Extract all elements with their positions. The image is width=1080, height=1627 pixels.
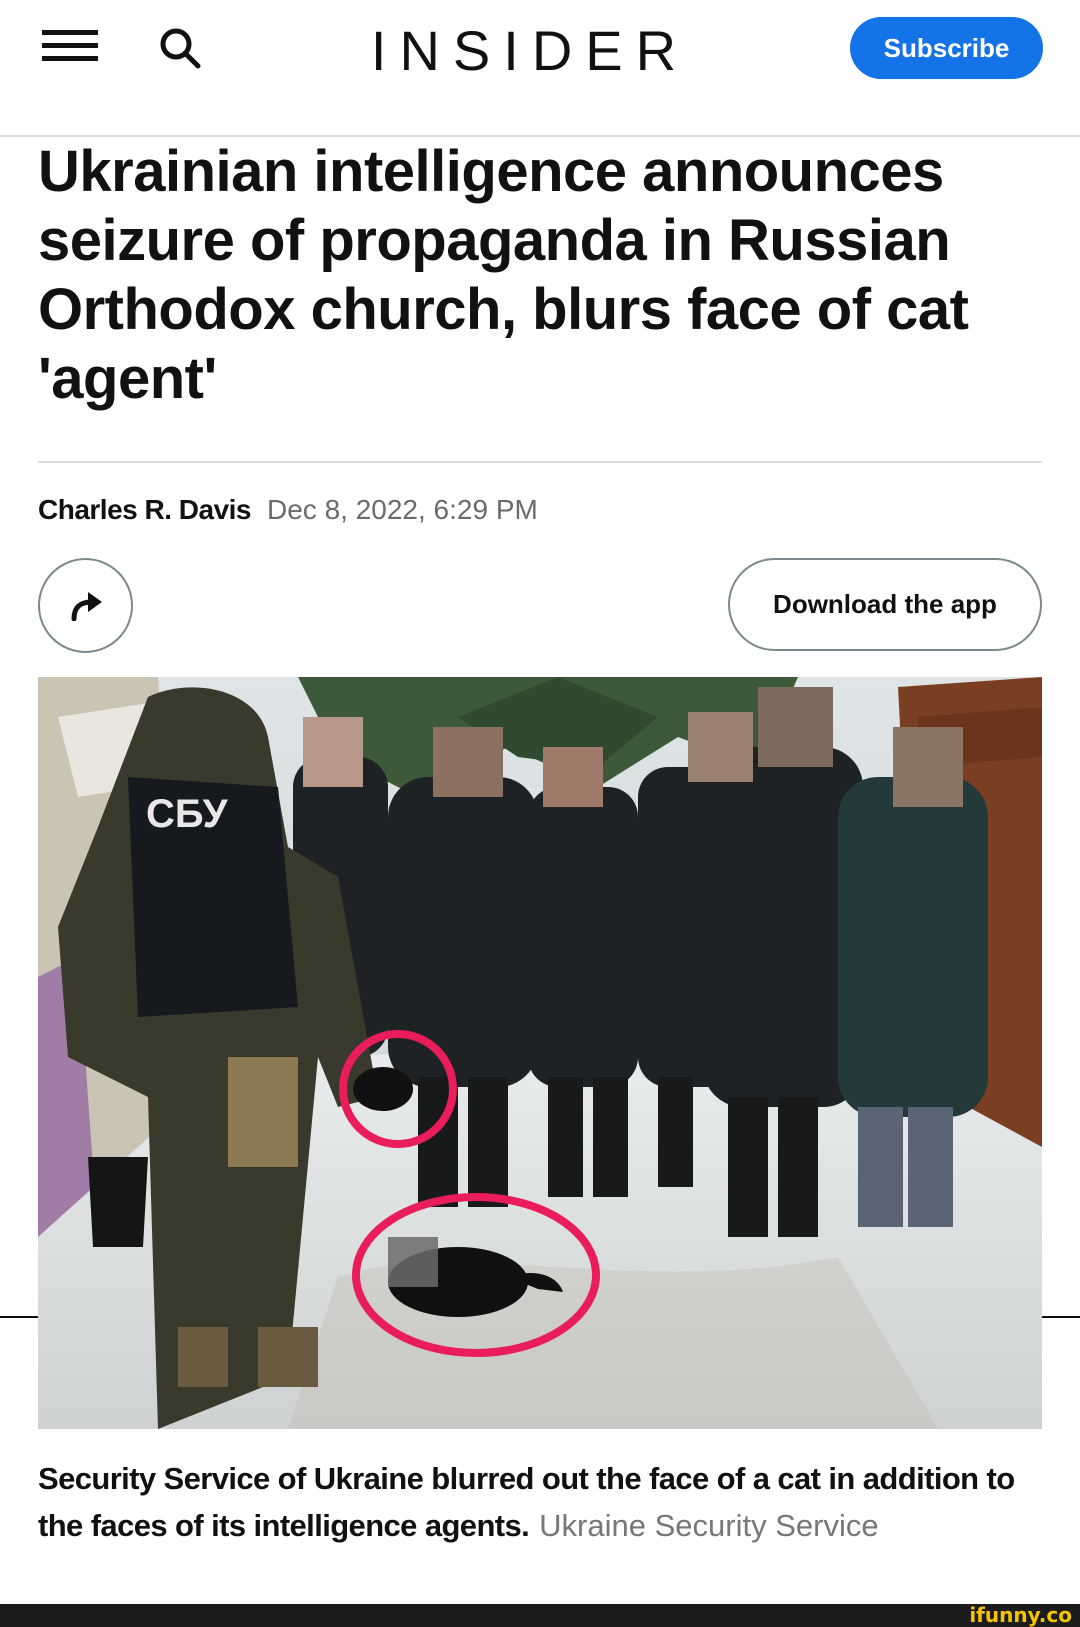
publish-date: Dec 8, 2022, 6:29 PM — [267, 494, 538, 525]
photo-caption: Security Service of Ukraine blurred out … — [38, 1455, 1058, 1549]
divider — [0, 1316, 38, 1318]
watermark-bar: ifunny.co — [0, 1604, 1080, 1627]
divider — [38, 461, 1042, 463]
vest-label: СБУ — [146, 792, 229, 836]
subscribe-button[interactable]: Subscribe — [850, 17, 1043, 79]
download-app-button[interactable]: Download the app — [728, 558, 1042, 651]
byline: Charles R. Davis Dec 8, 2022, 6:29 PM — [38, 494, 538, 526]
ifunny-watermark: ifunny.co — [969, 1603, 1072, 1627]
article-photo: СБУ — [38, 677, 1042, 1429]
share-arrow-icon — [71, 591, 102, 621]
site-header: INSIDER Subscribe — [0, 0, 1080, 137]
divider — [1042, 1316, 1080, 1318]
share-button[interactable] — [38, 558, 133, 653]
photo-credit: Ukraine Security Service — [539, 1508, 879, 1543]
article-headline: Ukrainian intelligence announces seizure… — [38, 139, 969, 411]
author-name[interactable]: Charles R. Davis — [38, 494, 252, 525]
